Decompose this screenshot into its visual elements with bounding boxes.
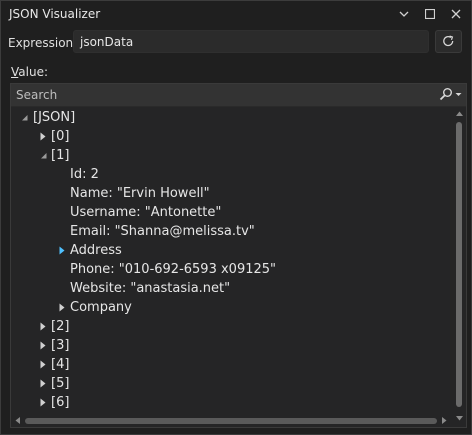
- value-panel: Search [JSON] [0] [1] Id: 2 Name: "Ervin How…: [10, 83, 467, 428]
- expanded-arrow-icon[interactable]: [19, 108, 29, 127]
- tree-row[interactable]: [3]: [11, 336, 451, 355]
- tree-row[interactable]: [2]: [11, 317, 451, 336]
- collapsed-arrow-icon[interactable]: [38, 355, 48, 374]
- tree-row-label: Phone: "010-692-6593 x09125": [70, 262, 277, 277]
- tree-row: Email: "Shanna@melissa.tv": [11, 222, 451, 241]
- search-placeholder: Search: [16, 88, 58, 102]
- tree-row[interactable]: [1]: [11, 146, 451, 165]
- tree-row-label: Username: "Antonette": [70, 205, 222, 220]
- json-tree: [JSON] [0] [1] Id: 2 Name: "Ervin Howell" Use…: [11, 108, 451, 410]
- tree-row-label: [6]: [51, 395, 70, 410]
- tree-row-label: Company: [70, 300, 132, 315]
- value-label: Value:: [11, 65, 48, 79]
- refresh-button[interactable]: [435, 30, 462, 53]
- tree-row-label: [1]: [51, 148, 70, 163]
- collapsed-arrow-icon[interactable]: [38, 393, 48, 412]
- tree-row-label: [2]: [51, 319, 70, 334]
- search-options[interactable]: [439, 87, 462, 101]
- tree-row: Website: "anastasia.net": [11, 279, 451, 298]
- tree-row-label: [5]: [51, 376, 70, 391]
- scroll-right-icon[interactable]: [439, 415, 449, 425]
- scroll-left-icon[interactable]: [12, 415, 22, 425]
- tree-row-label: Address: [70, 243, 122, 258]
- tree-row-label: Email: "Shanna@melissa.tv": [70, 224, 255, 239]
- horizontal-scroll-thumb[interactable]: [25, 418, 437, 424]
- maximize-icon[interactable]: [419, 4, 441, 24]
- json-visualizer-window: JSON Visualizer Expression: jsonData Val…: [0, 0, 472, 435]
- tree-row-label: Website: "anastasia.net": [70, 281, 231, 296]
- tree-row[interactable]: [6]: [11, 393, 451, 412]
- collapsed-arrow-icon[interactable]: [57, 298, 67, 317]
- expression-value: jsonData: [80, 35, 134, 49]
- tree-row[interactable]: [JSON]: [11, 108, 451, 127]
- tree-row-label: [3]: [51, 338, 70, 353]
- search-icon[interactable]: [439, 87, 453, 101]
- tree-row-label: Name: "Ervin Howell": [70, 186, 210, 201]
- title-bar: JSON Visualizer: [1, 1, 471, 27]
- window-controls: [393, 4, 467, 24]
- chevron-down-icon[interactable]: [393, 4, 415, 24]
- tree-row: Name: "Ervin Howell": [11, 184, 451, 203]
- refresh-icon: [443, 35, 454, 47]
- tree-row-label: Id: 2: [70, 167, 99, 182]
- tree-row[interactable]: Address: [11, 241, 451, 260]
- tree-row: Phone: "010-692-6593 x09125": [11, 260, 451, 279]
- scroll-up-icon[interactable]: [454, 108, 464, 118]
- tree-row[interactable]: [5]: [11, 374, 451, 393]
- window-title: JSON Visualizer: [9, 7, 101, 21]
- vertical-scroll-thumb[interactable]: [456, 122, 462, 407]
- vertical-scrollbar[interactable]: [454, 108, 464, 426]
- collapsed-arrow-icon[interactable]: [57, 241, 67, 260]
- dropdown-arrow-icon[interactable]: [455, 91, 462, 98]
- collapsed-arrow-icon[interactable]: [38, 127, 48, 146]
- tree-row[interactable]: Company: [11, 298, 451, 317]
- scroll-down-icon[interactable]: [454, 413, 464, 423]
- search-input[interactable]: Search: [11, 84, 466, 107]
- tree-row[interactable]: [0]: [11, 127, 451, 146]
- tree-row-label: [4]: [51, 357, 70, 372]
- collapsed-arrow-icon[interactable]: [38, 336, 48, 355]
- tree-row-label: [JSON]: [33, 110, 76, 125]
- tree-row: Id: 2: [11, 165, 451, 184]
- horizontal-scrollbar[interactable]: [11, 414, 451, 426]
- tree-row[interactable]: [4]: [11, 355, 451, 374]
- expanded-arrow-icon[interactable]: [38, 146, 48, 165]
- close-icon[interactable]: [445, 4, 467, 24]
- expression-input[interactable]: jsonData: [73, 30, 429, 53]
- collapsed-arrow-icon[interactable]: [38, 374, 48, 393]
- tree-row: Username: "Antonette": [11, 203, 451, 222]
- expression-label: Expression:: [8, 36, 78, 50]
- tree-row-label: [0]: [51, 129, 70, 144]
- collapsed-arrow-icon[interactable]: [38, 317, 48, 336]
